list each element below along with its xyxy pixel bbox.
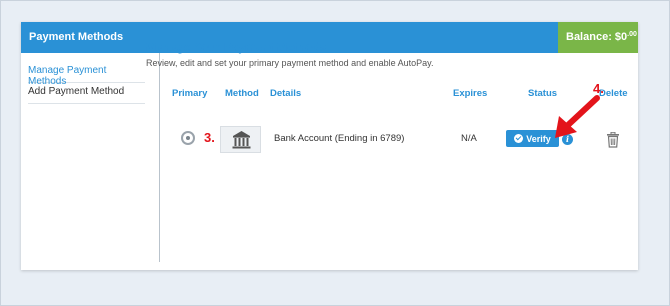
step-3-annotation: 3. xyxy=(204,130,215,145)
sidebar-item-add[interactable]: Add Payment Method xyxy=(28,83,145,104)
col-header-primary: Primary xyxy=(172,88,208,99)
panel-title: Payment Methods xyxy=(29,31,124,43)
balance-label: Balance: $0 xyxy=(566,31,628,43)
balance-badge: Balance: $0.00 xyxy=(558,22,638,53)
sidebar-item-manage[interactable]: Manage Payment Methods xyxy=(28,62,145,87)
page-subtitle: Review, edit and set your primary paymen… xyxy=(146,58,434,68)
method-cell xyxy=(220,126,261,153)
col-header-method: Method xyxy=(225,88,259,99)
page-title: Manage Your Payment Methods xyxy=(146,40,327,54)
verify-button[interactable]: Verify xyxy=(506,130,559,147)
details-cell: Bank Account (Ending in 6789) xyxy=(274,133,405,144)
col-header-expires: Expires xyxy=(453,88,488,99)
bank-icon xyxy=(232,131,251,149)
balance-cents: .00 xyxy=(627,31,637,38)
verify-label: Verify xyxy=(526,133,551,144)
annotation-arrow-icon xyxy=(555,95,600,138)
check-circle-icon xyxy=(514,134,524,143)
trash-icon[interactable] xyxy=(606,132,620,148)
col-header-details: Details xyxy=(270,88,302,99)
primary-radio[interactable] xyxy=(181,131,195,145)
sidebar: Manage Payment Methods Add Payment Metho… xyxy=(21,53,160,262)
expires-cell: N/A xyxy=(461,133,477,144)
panel-header: Payment Methods Balance: $0.00 xyxy=(21,22,638,53)
